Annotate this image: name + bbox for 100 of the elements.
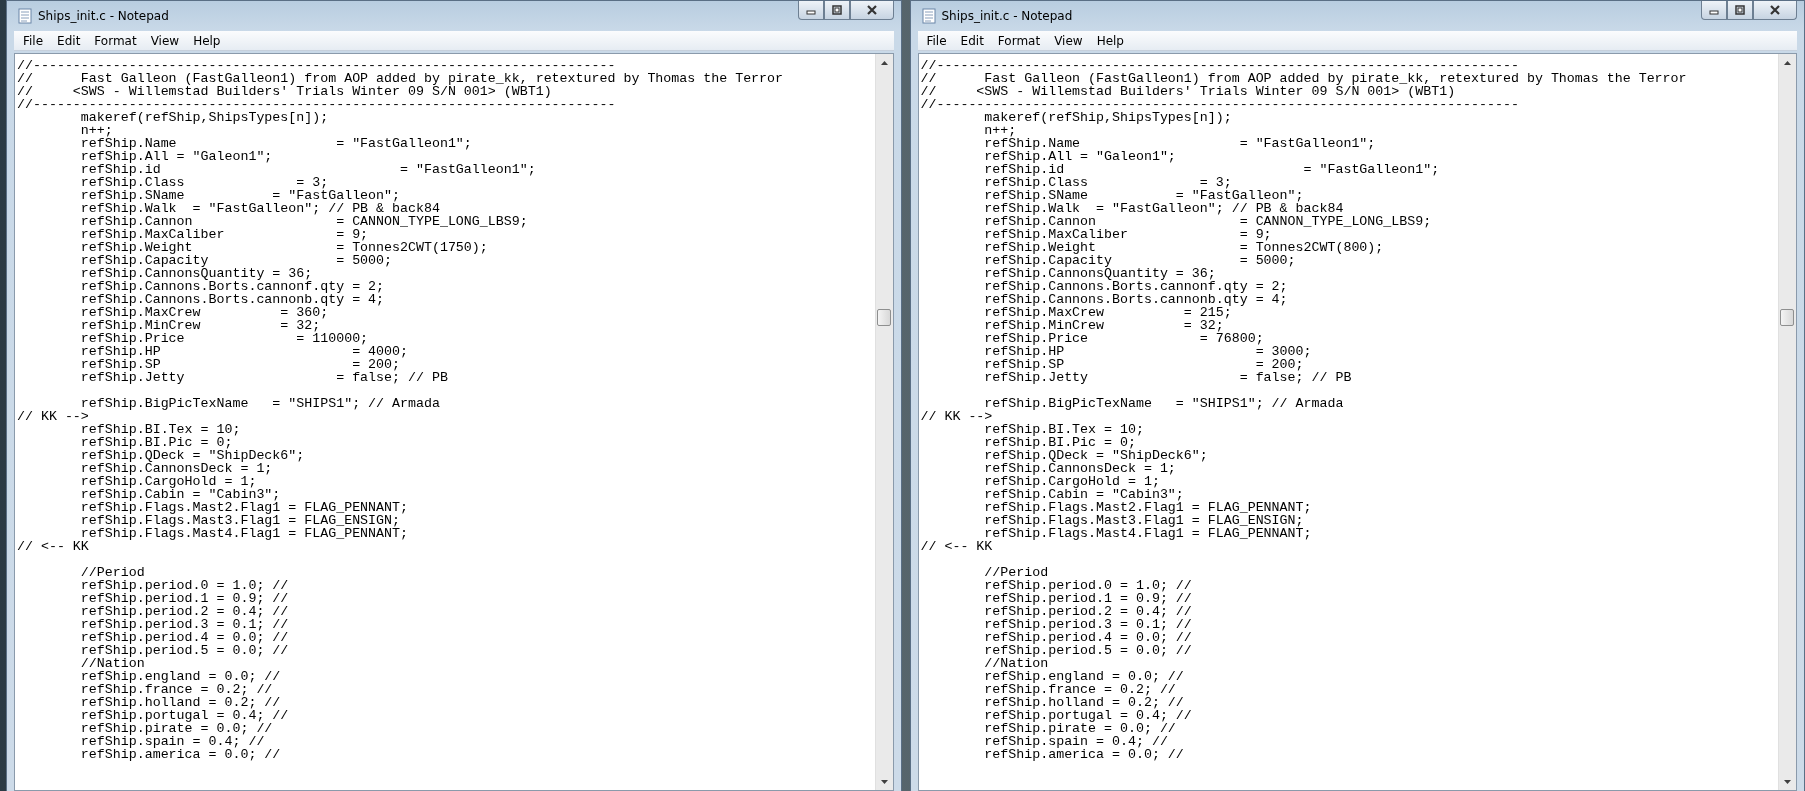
code-line: refShip.Cannons.Borts.cannonb.qty = 4; — [79, 293, 386, 306]
code-line: refShip.Cabin = "Cabin3"; — [79, 488, 282, 501]
close-icon — [1769, 5, 1781, 15]
code-line: refShip.id = "FastGalleon1"; — [79, 163, 537, 176]
close-button[interactable] — [849, 1, 894, 20]
code-line: refShip.america = 0.0; // — [79, 748, 282, 761]
code-line: refShip.SName = "FastGalleon"; — [983, 189, 1304, 202]
code-line: refShip.Walk = "FastGalleon"; // PB & back84 — [983, 202, 1345, 215]
code-line: refShip.Cannons.Borts.cannonf.qty = 2; — [79, 280, 386, 293]
menu-item[interactable]: Format — [87, 33, 144, 48]
menu-item[interactable]: Help — [1089, 33, 1131, 48]
code-line: makeref(refShip,ShipsTypes[n]); — [983, 111, 1233, 124]
code-line: // KK --> — [17, 410, 89, 423]
code-line: //Period — [983, 566, 1050, 579]
code-line: refShip.Jetty = false; // PB — [983, 371, 1353, 384]
code-line: refShip.america = 0.0; // — [983, 748, 1185, 761]
code-line: refShip.period.0 = 1.0; // — [79, 579, 290, 592]
code-line: refShip.SName = "FastGalleon"; — [79, 189, 400, 202]
code-line: refShip.QDeck = "ShipDeck6"; — [79, 449, 306, 462]
code-line: refShip.portugal = 0.4; // — [983, 709, 1193, 722]
code-line: refShip.BigPicTexName = "SHIPS1"; // Armada — [79, 397, 441, 410]
code-line: // <-- KK — [17, 540, 89, 553]
code-line: refShip.CannonsQuantity = 36; — [79, 267, 313, 280]
maximize-button[interactable] — [1727, 1, 1753, 20]
code-line: refShip.period.4 = 0.0; // — [79, 631, 290, 644]
vertical-scrollbar[interactable] — [874, 54, 893, 790]
code-line: refShip.HP = 4000; — [79, 345, 409, 358]
maximize-icon — [1735, 5, 1745, 15]
code-line: refShip.id = "FastGalleon1"; — [983, 163, 1441, 176]
code-line: refShip.SP = 200; — [983, 358, 1304, 371]
code-line: refShip.Capacity = 5000; — [79, 254, 393, 267]
code-line: refShip.BigPicTexName = "SHIPS1"; // Armada — [983, 397, 1345, 410]
code-line: refShip.Price = 110000; — [79, 332, 370, 345]
close-button[interactable] — [1753, 1, 1797, 20]
code-line: refShip.spain = 0.4; // — [983, 735, 1169, 748]
code-line: refShip.period.5 = 0.0; // — [79, 644, 290, 657]
code-line: // <SWS - Willemstad Builders' Trials Winter 09 S/N 001> (WBT1) — [17, 85, 552, 98]
code-line: refShip.All = "Galeon1"; — [79, 150, 274, 163]
code-line: refShip.MaxCrew = 360; — [79, 306, 329, 319]
code-line: refShip.CannonsQuantity = 36; — [983, 267, 1216, 280]
code-line: refShip.Weight = Tonnes2CWT(800); — [983, 241, 1385, 254]
code-line: refShip.Flags.Mast4.Flag1 = FLAG_PENNANT; — [983, 527, 1313, 540]
code-line: refShip.Capacity = 5000; — [983, 254, 1296, 267]
code-line: refShip.Cannons.Borts.cannonf.qty = 2; — [983, 280, 1289, 293]
code-line: refShip.france = 0.2; // — [79, 683, 274, 696]
code-line: refShip.Cannons.Borts.cannonb.qty = 4; — [983, 293, 1289, 306]
code-line: refShip.Class = 3; — [79, 176, 329, 189]
scroll-up-icon — [1784, 60, 1791, 65]
menu-item[interactable]: View — [143, 33, 187, 48]
maximize-icon — [831, 5, 842, 15]
menu-item[interactable]: File — [919, 33, 954, 48]
code-line: refShip.Cabin = "Cabin3"; — [983, 488, 1185, 501]
code-line: refShip.BI.Pic = 0; — [983, 436, 1136, 449]
code-line: refShip.CargoHold = 1; — [983, 475, 1160, 488]
code-line: n++; — [79, 124, 113, 137]
code-line: refShip.england = 0.0; // — [983, 670, 1185, 683]
code-line: makeref(refShip,ShipsTypes[n]); — [79, 111, 330, 124]
menu-item[interactable]: Format — [990, 33, 1048, 48]
menu-item[interactable]: File — [16, 33, 51, 48]
code-line: refShip.portugal = 0.4; // — [79, 709, 290, 722]
code-line: refShip.MinCrew = 32; — [983, 319, 1224, 332]
code-line: refShip.period.5 = 0.0; // — [983, 644, 1193, 657]
code-line: refShip.CannonsDeck = 1; — [79, 462, 273, 475]
code-line: //------------------------------------------------------------------------- — [920, 59, 1520, 72]
code-line: refShip.MaxCaliber = 9; — [79, 228, 369, 241]
code-line: refShip.Name = "FastGalleon1"; — [79, 137, 473, 150]
scroll-thumb[interactable] — [876, 309, 891, 326]
code-line: refShip.SP = 200; — [79, 358, 400, 371]
maximize-button[interactable] — [823, 1, 850, 20]
code-line: refShip.spain = 0.4; // — [79, 735, 266, 748]
scroll-thumb[interactable] — [1780, 309, 1794, 326]
code-line: refShip.Flags.Mast2.Flag1 = FLAG_PENNANT; — [983, 501, 1313, 514]
code-line: refShip.MaxCaliber = 9; — [983, 228, 1272, 241]
code-line: refShip.CargoHold = 1; — [79, 475, 257, 488]
window-title: Ships_init.c - Notepad — [941, 9, 1074, 23]
code-line: refShip.All = "Galeon1"; — [983, 150, 1177, 163]
code-line: refShip.period.2 = 0.4; // — [983, 605, 1193, 618]
scroll-down-icon — [880, 779, 888, 784]
menu-item[interactable]: Edit — [953, 33, 991, 48]
code-line: // <-- KK — [920, 540, 993, 553]
vertical-scrollbar[interactable] — [1778, 54, 1796, 790]
code-line: refShip.QDeck = "ShipDeck6"; — [983, 449, 1209, 462]
minimize-button[interactable] — [1701, 1, 1727, 20]
scroll-down-icon — [1784, 779, 1791, 784]
code-line: refShip.Flags.Mast3.Flag1 = FLAG_ENSIGN; — [79, 514, 400, 527]
menu-item[interactable]: View — [1047, 33, 1090, 48]
minimize-button[interactable] — [797, 1, 824, 20]
scroll-up-icon — [880, 60, 888, 65]
code-line: refShip.period.1 = 0.9; // — [983, 592, 1193, 605]
code-line: refShip.HP = 3000; — [983, 345, 1313, 358]
menu-item[interactable]: Edit — [50, 33, 88, 48]
notepad-icon — [921, 8, 936, 24]
code-line: refShip.Cannon = CANNON_TYPE_LONG_LBS9; — [983, 215, 1433, 228]
code-line: //Period — [79, 566, 146, 579]
code-line: refShip.holland = 0.2; // — [79, 696, 282, 709]
code-line: refShip.Cannon = CANNON_TYPE_LONG_LBS9; — [79, 215, 529, 228]
code-line: n++; — [983, 124, 1017, 137]
code-line: refShip.Flags.Mast4.Flag1 = FLAG_PENNANT; — [79, 527, 409, 540]
code-line: //------------------------------------------------------------------------- — [920, 98, 1520, 111]
menu-item[interactable]: Help — [186, 33, 228, 48]
